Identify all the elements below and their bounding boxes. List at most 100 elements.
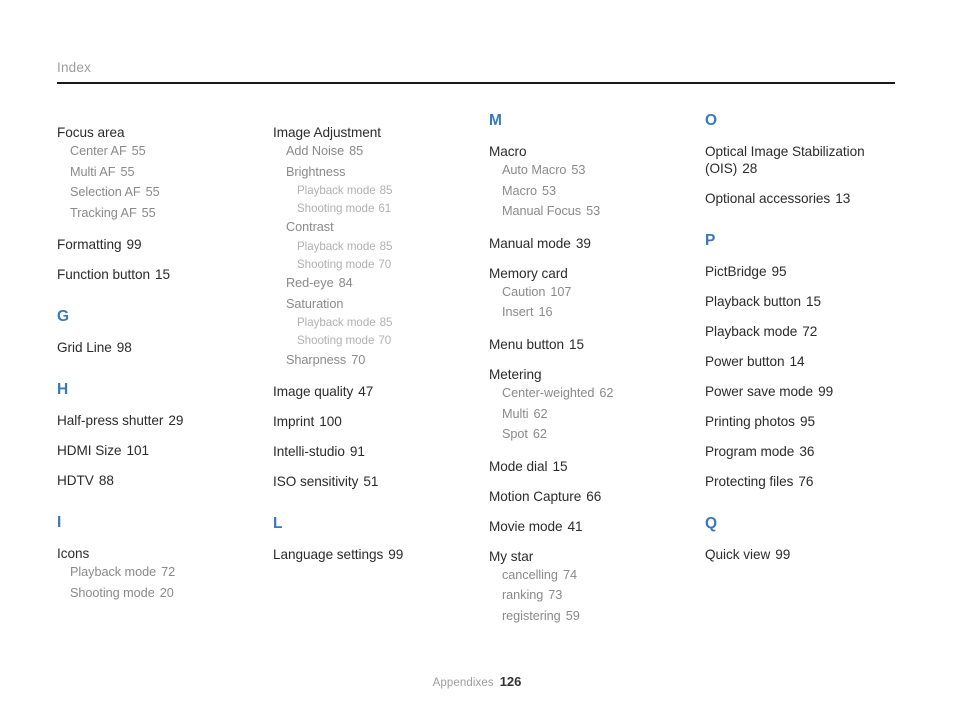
index-entry-spot[interactable]: Spot 62 [489,425,689,445]
index-entry-function-button[interactable]: Function button 15 [57,266,257,283]
index-group-my-star: My star cancelling 74 ranking 73 registering 5… [489,548,689,627]
index-entry-term: Optional accessories [705,191,831,206]
index-entry-term: Brightness [286,164,346,179]
index-entry-page-number: 85 [379,316,393,330]
index-entry-term: Quick view [705,547,771,562]
index-entry-focus-area[interactable]: Focus area [57,124,257,141]
index-entry-center-weighted[interactable]: Center-weighted 62 [489,384,689,404]
index-entry-term: Intelli-studio [273,444,345,460]
index-entry-cancelling[interactable]: cancelling 74 [489,566,689,586]
index-entry-term: Add Noise [286,144,345,158]
index-entry-center-af[interactable]: Center AF 55 [57,142,257,162]
index-entry-page-number: 70 [351,352,366,367]
index-entry-insert[interactable]: Insert 16 [489,303,689,323]
index-entry-manual-focus[interactable]: Manual Focus 53 [489,202,689,222]
index-entry-page-number: 76 [798,474,814,489]
index-entry-image-quality[interactable]: Image quality 47 [273,383,473,400]
index-entry-shooting-mode[interactable]: Shooting mode 70 [273,332,473,350]
index-entry-optical-image-stabilization-ois[interactable]: Optical Image Stabilization (OIS) 28 [705,143,905,177]
index-entry-auto-macro[interactable]: Auto Macro 53 [489,161,689,181]
index-entry-term: Shooting mode [297,333,375,347]
index-entry-page-number: 51 [363,474,379,490]
index-entry-registering[interactable]: registering 59 [489,607,689,627]
index-entry-menu-button[interactable]: Menu button 15 [489,336,689,353]
index-entry-image-adjustment[interactable]: Image Adjustment [273,124,473,141]
index-entry-playback-button[interactable]: Playback button 15 [705,293,905,310]
index-entry-macro[interactable]: Macro 53 [489,182,689,202]
index-entry-term: Mode dial [489,458,548,474]
index-entry-quick-view[interactable]: Quick view 99 [705,546,905,563]
section-letter-q: Q [705,515,718,532]
index-entry-shooting-mode[interactable]: Shooting mode 70 [273,256,473,274]
index-entry-term: Saturation [286,296,344,311]
header-divider [57,82,895,84]
index-entry-term: Caution [502,284,546,299]
index-entry-half-press-shutter[interactable]: Half-press shutter 29 [57,412,257,429]
index-entry-memory-card[interactable]: Memory card [489,265,689,282]
index-entry-program-mode[interactable]: Program mode 36 [705,443,905,460]
index-entry-brightness[interactable]: Brightness [273,163,473,183]
index-entry-intelli-studio[interactable]: Intelli-studio 91 [273,443,473,460]
index-entry-hdmi-size[interactable]: HDMI Size 101 [57,442,257,459]
index-entry-term: Icons [57,546,90,562]
index-group-image-adjustment: Image Adjustment Add Noise 85 Brightness Pla… [273,124,473,370]
index-entry-manual-mode[interactable]: Manual mode 39 [489,235,689,252]
index-entry-playback-mode[interactable]: Playback mode 85 [273,238,473,256]
index-entry-tracking-af[interactable]: Tracking AF 55 [57,204,257,224]
index-entry-metering[interactable]: Metering [489,366,689,383]
index-entry-page-number: 66 [586,488,602,504]
index-entry-power-save-mode[interactable]: Power save mode 99 [705,383,905,400]
index-entry-shooting-mode[interactable]: Shooting mode 20 [57,584,257,604]
index-entry-mode-dial[interactable]: Mode dial 15 [489,458,689,475]
index-entry-page-number: 20 [159,585,174,600]
index-entry-playback-mode[interactable]: Playback mode 72 [57,563,257,583]
index-entry-hdtv[interactable]: HDTV 88 [57,472,257,489]
index-entry-protecting-files[interactable]: Protecting files 76 [705,473,905,490]
index-entry-caution[interactable]: Caution 107 [489,283,689,303]
index-entry-language-settings[interactable]: Language settings 99 [273,546,473,563]
index-section-l: L [273,514,473,533]
index-entry-playback-mode[interactable]: Playback mode 85 [273,314,473,332]
index-entry-page-number: 70 [378,333,392,347]
index-entry-my-star[interactable]: My star [489,548,689,565]
index-entry-page-number: 62 [532,427,547,442]
index-entry-red-eye[interactable]: Red-eye 84 [273,274,473,294]
index-entry-saturation[interactable]: Saturation [273,295,473,315]
index-entry-iso-sensitivity[interactable]: ISO sensitivity 51 [273,473,473,490]
index-entry-selection-af[interactable]: Selection AF 55 [57,183,257,203]
index-entry-shooting-mode[interactable]: Shooting mode 61 [273,200,473,218]
index-entry-power-button[interactable]: Power button 14 [705,353,905,370]
index-entry-term: Half-press shutter [57,413,164,429]
index-entry-pictbridge[interactable]: PictBridge 95 [705,263,905,280]
index-entry-playback-mode[interactable]: Playback mode 85 [273,182,473,200]
index-columns: Focus area Center AF 55 Multi AF 55 Selection… [57,111,927,627]
index-entry-term: Metering [489,366,542,382]
index-entry-term: Shooting mode [297,201,375,215]
index-entry-add-noise[interactable]: Add Noise 85 [273,142,473,162]
index-entry-term: Protecting files [705,474,794,489]
index-group-icons: Icons Playback mode 72 Shooting mode 20 [57,545,257,603]
index-entry-movie-mode[interactable]: Movie mode 41 [489,518,689,535]
index-entry-icons[interactable]: Icons [57,545,257,562]
index-entry-macro[interactable]: Macro [489,143,689,160]
index-entry-ranking[interactable]: ranking 73 [489,586,689,606]
index-entry-page-number: 15 [805,294,822,309]
index-entry-page-number: 99 [126,237,142,253]
index-entry-contrast[interactable]: Contrast [273,218,473,238]
index-entry-imprint[interactable]: Imprint 100 [273,413,473,430]
index-entry-page-number: 74 [562,567,577,582]
index-entry-grid-line[interactable]: Grid Line 98 [57,339,257,356]
index-entry-printing-photos[interactable]: Printing photos 95 [705,413,905,430]
index-entry-multi[interactable]: Multi 62 [489,405,689,425]
index-entry-page-number: 36 [799,444,815,459]
index-entry-sharpness[interactable]: Sharpness 70 [273,351,473,371]
index-entry-playback-mode[interactable]: Playback mode 72 [705,323,905,340]
index-entry-formatting[interactable]: Formatting 99 [57,236,257,253]
index-column-3: M Macro Auto Macro 53 Macro 53 Manual Focus 53 M… [489,111,689,627]
index-entry-motion-capture[interactable]: Motion Capture 66 [489,488,689,505]
index-entry-optional-accessories[interactable]: Optional accessories 13 [705,190,905,207]
index-section-m: M [489,111,689,130]
index-entry-multi-af[interactable]: Multi AF 55 [57,163,257,183]
index-entry-page-number: 53 [542,183,557,198]
index-entry-page-number: 84 [338,276,353,291]
